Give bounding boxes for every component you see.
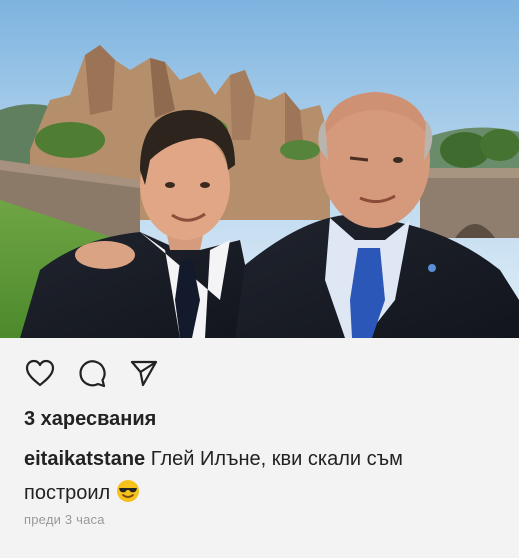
sunglasses-emoji-icon — [116, 479, 140, 503]
speech-bubble-icon[interactable] — [76, 358, 108, 388]
post-caption: eitaikatstane Глей Илъне, кви скали съм … — [24, 442, 494, 510]
instagram-post: 3 харесвания eitaikatstane Глей Илъне, к… — [0, 0, 519, 558]
likes-count[interactable]: 3 харесвания — [24, 408, 156, 431]
post-photo-image — [0, 0, 519, 338]
heart-outline-icon[interactable] — [24, 358, 56, 388]
paper-plane-icon[interactable] — [128, 358, 160, 388]
caption-username[interactable]: eitaikatstane — [24, 448, 145, 470]
post-timestamp: преди 3 часа — [24, 512, 105, 527]
action-bar — [24, 358, 160, 388]
post-photo[interactable] — [0, 0, 519, 338]
